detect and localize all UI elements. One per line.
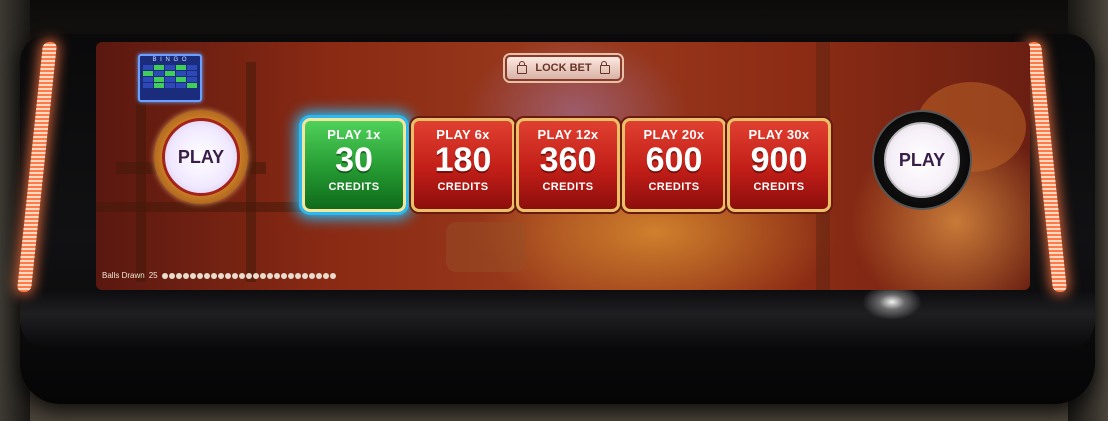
bet-multiplier: PLAY 12x bbox=[537, 127, 599, 142]
bet-button-1x[interactable]: PLAY 1x 30 CREDITS bbox=[302, 118, 406, 212]
drawn-ball bbox=[189, 272, 196, 279]
bet-multiplier: PLAY 30x bbox=[748, 127, 810, 142]
mine-beam bbox=[136, 82, 146, 282]
bingo-cell bbox=[176, 77, 186, 82]
bingo-cell bbox=[165, 77, 175, 82]
play-button-face: PLAY bbox=[162, 118, 240, 196]
bingo-cell bbox=[187, 71, 197, 76]
bingo-cell bbox=[154, 77, 164, 82]
play-button-face: PLAY bbox=[884, 122, 960, 198]
bingo-cell bbox=[176, 71, 186, 76]
drawn-ball bbox=[273, 272, 280, 279]
bingo-cell bbox=[143, 83, 153, 88]
bingo-card-header: B I N G O bbox=[152, 57, 188, 63]
drawn-ball bbox=[329, 272, 336, 279]
mine-cart bbox=[446, 222, 526, 272]
drawn-ball bbox=[217, 272, 224, 279]
balls-drawn-count: 25 bbox=[148, 271, 158, 280]
bet-multiplier: PLAY 20x bbox=[643, 127, 705, 142]
bet-unit: CREDITS bbox=[753, 181, 805, 193]
drawn-ball bbox=[280, 272, 287, 279]
balls-drawn-label: Balls Drawn bbox=[102, 271, 145, 280]
bingo-cell bbox=[176, 65, 186, 70]
lock-bet-button[interactable]: LOCK BET bbox=[505, 55, 622, 81]
bet-button-12x[interactable]: PLAY 12x 360 CREDITS bbox=[516, 118, 620, 212]
drawn-ball bbox=[161, 272, 168, 279]
drawn-ball bbox=[245, 272, 252, 279]
bet-amount: 180 bbox=[434, 141, 492, 179]
bet-unit: CREDITS bbox=[328, 181, 380, 193]
bingo-cell bbox=[187, 83, 197, 88]
drawn-ball bbox=[238, 272, 245, 279]
drawn-ball bbox=[294, 272, 301, 279]
bingo-cell bbox=[154, 71, 164, 76]
bingo-cell bbox=[176, 83, 186, 88]
play-button-left[interactable]: PLAY bbox=[154, 110, 248, 204]
console-lip bbox=[20, 290, 1095, 350]
mine-beam bbox=[246, 62, 256, 282]
drawn-ball bbox=[315, 272, 322, 279]
bet-button-20x[interactable]: PLAY 20x 600 CREDITS bbox=[622, 118, 726, 212]
play-button-label: PLAY bbox=[898, 149, 946, 170]
drawn-ball bbox=[224, 272, 231, 279]
lock-icon bbox=[517, 61, 528, 74]
bingo-cell bbox=[187, 77, 197, 82]
bet-button-6x[interactable]: PLAY 6x 180 CREDITS bbox=[411, 118, 515, 212]
play-button-label: PLAY bbox=[177, 146, 225, 167]
lock-bet-label: LOCK BET bbox=[535, 62, 592, 74]
bingo-card: B I N G O bbox=[138, 54, 202, 102]
bet-amount: 30 bbox=[335, 141, 373, 179]
lock-icon bbox=[599, 61, 610, 74]
drawn-ball bbox=[266, 272, 273, 279]
drawn-balls-row bbox=[161, 272, 336, 279]
drawn-ball bbox=[231, 272, 238, 279]
balls-drawn-status: Balls Drawn 25 bbox=[102, 271, 336, 280]
bet-amount: 360 bbox=[539, 141, 597, 179]
bingo-cell bbox=[154, 83, 164, 88]
play-button-right[interactable]: PLAY bbox=[872, 110, 972, 210]
bet-button-30x[interactable]: PLAY 30x 900 CREDITS bbox=[727, 118, 831, 212]
bingo-cell bbox=[165, 83, 175, 88]
game-screen: B I N G O LOCK BET PLAY PLAY 1x 30 CREDI… bbox=[96, 42, 1030, 290]
bingo-cell bbox=[143, 71, 153, 76]
mine-beam bbox=[96, 202, 326, 212]
drawn-ball bbox=[322, 272, 329, 279]
bet-amount: 900 bbox=[750, 141, 808, 179]
bingo-cell bbox=[165, 71, 175, 76]
drawn-ball bbox=[168, 272, 175, 279]
drawn-ball bbox=[210, 272, 217, 279]
drawn-ball bbox=[252, 272, 259, 279]
bingo-cell bbox=[143, 77, 153, 82]
bingo-cell bbox=[165, 65, 175, 70]
drawn-ball bbox=[301, 272, 308, 279]
drawn-ball bbox=[203, 272, 210, 279]
bet-multiplier: PLAY 1x bbox=[327, 127, 381, 142]
drawn-ball bbox=[308, 272, 315, 279]
drawn-ball bbox=[287, 272, 294, 279]
drawn-ball bbox=[259, 272, 266, 279]
bingo-cell bbox=[143, 65, 153, 70]
drawn-ball bbox=[196, 272, 203, 279]
bingo-cell bbox=[187, 65, 197, 70]
drawn-ball bbox=[175, 272, 182, 279]
bingo-cell bbox=[154, 65, 164, 70]
bet-unit: CREDITS bbox=[648, 181, 700, 193]
bet-unit: CREDITS bbox=[437, 181, 489, 193]
bet-unit: CREDITS bbox=[542, 181, 594, 193]
drawn-ball bbox=[182, 272, 189, 279]
bet-multiplier: PLAY 6x bbox=[436, 127, 490, 142]
bet-amount: 600 bbox=[645, 141, 703, 179]
bingo-card-grid bbox=[140, 64, 200, 89]
